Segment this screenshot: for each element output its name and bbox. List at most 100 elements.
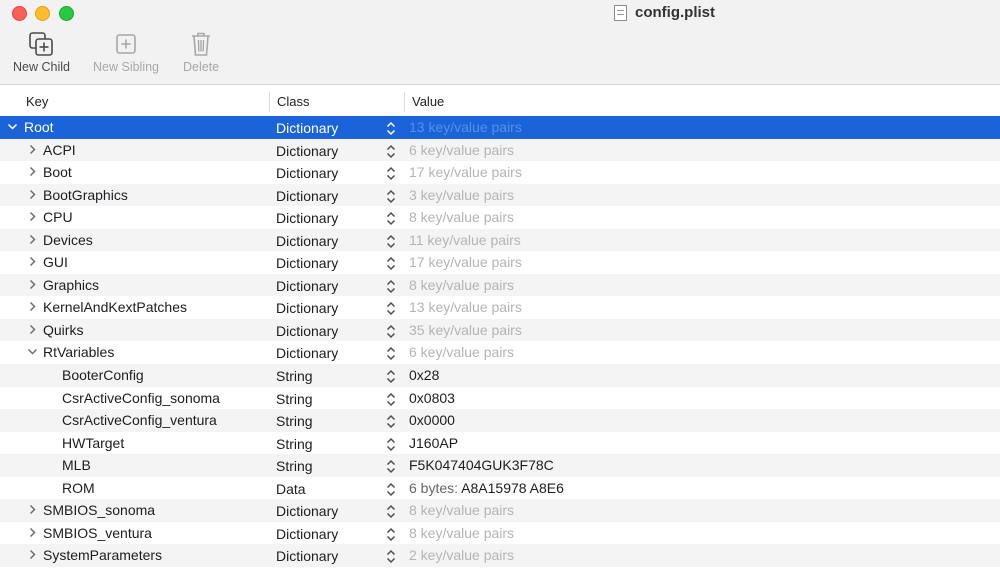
close-window-button[interactable] bbox=[12, 6, 27, 21]
outline-row-booterconfig[interactable]: BooterConfig String 0x28 bbox=[0, 364, 1000, 387]
row-key[interactable]: CsrActiveConfig_ventura bbox=[62, 409, 217, 431]
zoom-window-button[interactable] bbox=[59, 6, 74, 21]
column-divider[interactable] bbox=[404, 92, 405, 112]
outline-row-systemparameters[interactable]: SystemParameters Dictionary 2 key/value pa… bbox=[0, 544, 1000, 567]
row-key[interactable]: GUI bbox=[43, 251, 68, 273]
class-popup-stepper-icon[interactable] bbox=[386, 323, 396, 338]
class-popup-stepper-icon[interactable] bbox=[386, 503, 396, 519]
outline-row-acpi[interactable]: ACPI Dictionary 6 key/value pairs bbox=[0, 138, 1000, 162]
row-class: Dictionary bbox=[276, 300, 339, 317]
row-key[interactable]: Boot bbox=[43, 161, 72, 183]
outline-row-boot[interactable]: Boot Dictionary 17 key/value pairs bbox=[0, 161, 1000, 184]
row-key[interactable]: RtVariables bbox=[43, 341, 114, 363]
row-key[interactable]: Root bbox=[24, 116, 54, 138]
outline-row-root[interactable]: Root Dictionary 13 key/value pairs bbox=[0, 116, 1000, 139]
class-popup-stepper-icon[interactable] bbox=[386, 345, 396, 361]
document-icon bbox=[614, 4, 627, 21]
row-value: 13 key/value pairs bbox=[409, 119, 522, 135]
class-popup-stepper-icon[interactable] bbox=[386, 526, 396, 541]
row-key[interactable]: BootGraphics bbox=[43, 184, 128, 206]
row-key[interactable]: CsrActiveConfig_sonoma bbox=[62, 387, 220, 409]
class-popup-stepper-icon[interactable] bbox=[386, 548, 396, 564]
outline-row-bootgraphics[interactable]: BootGraphics Dictionary 3 key/value pairs bbox=[0, 183, 1000, 207]
trash-icon bbox=[187, 28, 215, 60]
delete-label: Delete bbox=[183, 60, 220, 74]
outline-row-smbios_sonoma[interactable]: SMBIOS_sonoma Dictionary 8 key/value pairs bbox=[0, 499, 1000, 522]
outline-row-gui[interactable]: GUI Dictionary 17 key/value pairs bbox=[0, 251, 1000, 274]
class-popup-stepper-icon[interactable] bbox=[386, 120, 396, 136]
column-divider[interactable] bbox=[269, 92, 270, 112]
outline-row-csractiveconfig_sonoma[interactable]: CsrActiveConfig_sonoma String 0x0803 bbox=[0, 387, 1000, 410]
outline-row-graphics[interactable]: Graphics Dictionary 8 key/value pairs bbox=[0, 273, 1000, 297]
class-popup-stepper-icon[interactable] bbox=[386, 278, 396, 293]
row-class: String bbox=[276, 458, 313, 475]
chevron-right-icon[interactable] bbox=[26, 544, 38, 574]
row-key[interactable]: Devices bbox=[43, 229, 93, 251]
row-class: Dictionary bbox=[276, 548, 339, 565]
column-class-header[interactable]: Class bbox=[277, 94, 310, 109]
class-popup-stepper-icon[interactable] bbox=[386, 255, 396, 271]
row-value[interactable]: 0x0803 bbox=[409, 387, 455, 409]
row-key[interactable]: HWTarget bbox=[62, 432, 124, 454]
row-value[interactable]: 6 bytes: A8A15978 A8E6 bbox=[409, 477, 564, 499]
row-key[interactable]: CPU bbox=[43, 206, 73, 228]
row-key[interactable]: KernelAndKextPatches bbox=[43, 296, 187, 318]
new-child-label: New Child bbox=[13, 60, 70, 74]
class-popup-stepper-icon[interactable] bbox=[386, 391, 396, 406]
outline-row-rom[interactable]: ROM Data 6 bytes: A8A15978 A8E6 bbox=[0, 477, 1000, 500]
row-key[interactable]: Graphics bbox=[43, 274, 99, 296]
new-sibling-button[interactable]: New Sibling bbox=[93, 28, 159, 74]
class-popup-stepper-icon[interactable] bbox=[386, 188, 396, 203]
class-popup-stepper-icon[interactable] bbox=[386, 436, 396, 451]
class-popup-stepper-icon[interactable] bbox=[386, 300, 396, 316]
outline-row-hwtarget[interactable]: HWTarget String J160AP bbox=[0, 432, 1000, 455]
class-popup-stepper-icon[interactable] bbox=[386, 368, 396, 384]
minimize-window-button[interactable] bbox=[35, 6, 50, 21]
row-key[interactable]: ROM bbox=[62, 477, 95, 499]
class-popup-stepper-icon[interactable] bbox=[386, 233, 396, 248]
row-class: Dictionary bbox=[276, 165, 339, 182]
row-key[interactable]: Quirks bbox=[43, 319, 83, 341]
row-class: Dictionary bbox=[276, 120, 339, 136]
row-value[interactable]: J160AP bbox=[409, 432, 458, 454]
row-value[interactable]: 0x28 bbox=[409, 364, 439, 386]
class-popup-stepper-icon[interactable] bbox=[386, 165, 396, 181]
row-class: Dictionary bbox=[276, 255, 339, 272]
outline-row-smbios_ventura[interactable]: SMBIOS_ventura Dictionary 8 key/value pair… bbox=[0, 522, 1000, 545]
row-key[interactable]: SystemParameters bbox=[43, 544, 162, 566]
row-class: String bbox=[276, 368, 313, 385]
row-value[interactable]: 0x0000 bbox=[409, 409, 455, 431]
outline-row-rtvariables[interactable]: RtVariables Dictionary 6 key/value pairs bbox=[0, 341, 1000, 364]
row-key[interactable]: BooterConfig bbox=[62, 364, 144, 386]
delete-button[interactable]: Delete bbox=[183, 28, 219, 74]
outline-row-kernelandkextpatches[interactable]: KernelAndKextPatches Dictionary 13 key/val… bbox=[0, 296, 1000, 319]
outline-row-quirks[interactable]: Quirks Dictionary 35 key/value pairs bbox=[0, 318, 1000, 342]
row-class: Dictionary bbox=[276, 232, 339, 249]
row-key[interactable]: SMBIOS_ventura bbox=[43, 522, 152, 544]
row-value: 8 key/value pairs bbox=[409, 209, 515, 226]
outline-row-mlb[interactable]: MLB String F5K047404GUK3F78C bbox=[0, 454, 1000, 477]
row-key[interactable]: ACPI bbox=[43, 139, 76, 161]
class-popup-stepper-icon[interactable] bbox=[386, 413, 396, 429]
row-class: Dictionary bbox=[276, 525, 339, 542]
row-class: Dictionary bbox=[276, 142, 339, 159]
column-key-header[interactable]: Key bbox=[26, 94, 48, 109]
row-class: Dictionary bbox=[276, 277, 339, 294]
class-popup-stepper-icon[interactable] bbox=[386, 143, 396, 158]
outline-row-cpu[interactable]: CPU Dictionary 8 key/value pairs bbox=[0, 206, 1000, 229]
new-sibling-icon bbox=[112, 28, 140, 60]
new-child-button[interactable]: New Child bbox=[13, 28, 70, 74]
class-popup-stepper-icon[interactable] bbox=[386, 458, 396, 474]
row-key[interactable]: MLB bbox=[62, 454, 91, 476]
row-key[interactable]: SMBIOS_sonoma bbox=[43, 499, 155, 521]
column-value-header[interactable]: Value bbox=[412, 94, 444, 109]
class-popup-stepper-icon[interactable] bbox=[386, 210, 396, 226]
class-popup-stepper-icon[interactable] bbox=[386, 481, 396, 496]
row-value: 2 key/value pairs bbox=[409, 547, 515, 564]
row-value: 3 key/value pairs bbox=[409, 186, 515, 203]
row-value[interactable]: F5K047404GUK3F78C bbox=[409, 454, 554, 476]
outline-row-devices[interactable]: Devices Dictionary 11 key/value pairs bbox=[0, 228, 1000, 252]
new-sibling-label: New Sibling bbox=[93, 60, 160, 74]
row-class: Data bbox=[276, 480, 306, 497]
outline-row-csractiveconfig_ventura[interactable]: CsrActiveConfig_ventura String 0x0000 bbox=[0, 409, 1000, 432]
